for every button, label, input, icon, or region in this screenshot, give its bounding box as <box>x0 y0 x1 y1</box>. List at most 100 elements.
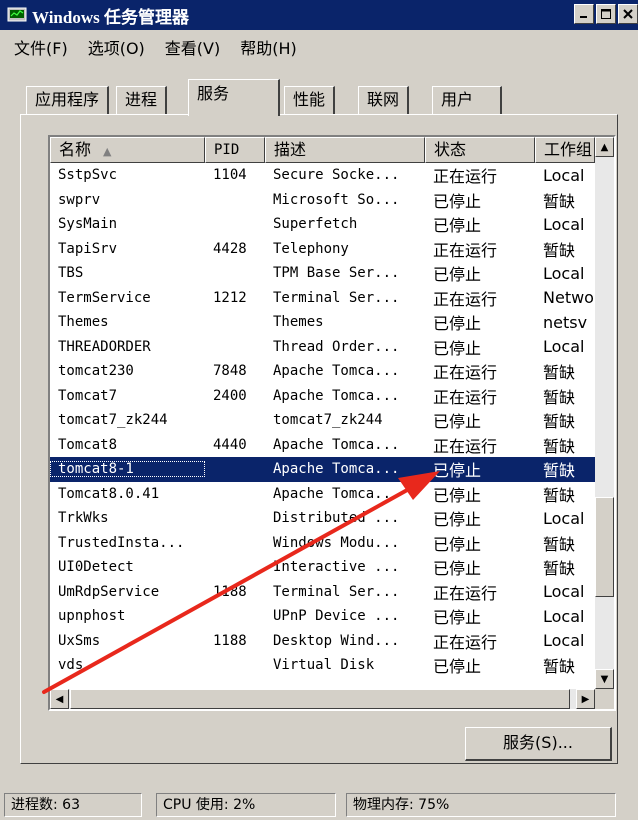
service-status: 已停止 <box>433 485 482 505</box>
scroll-right-button[interactable]: ▶ <box>576 689 595 709</box>
service-status: 已停止 <box>433 510 482 530</box>
service-name: THREADORDER <box>58 338 151 355</box>
service-group: 暂缺 <box>543 240 576 260</box>
list-rows: SstpSvc 1104 Secure Socke... 正在运行 Local swprv… <box>50 163 595 678</box>
service-name: TrustedInsta... <box>58 534 185 551</box>
service-description: Telephony <box>273 240 349 257</box>
table-row[interactable]: TermService 1212 Terminal Ser... 正在运行 Netwo <box>50 286 595 311</box>
service-group: 暂缺 <box>543 461 576 481</box>
table-row[interactable]: upnphost UPnP Device ... 已停止 Local <box>50 604 595 629</box>
table-row[interactable]: tomcat230 7848 Apache Tomca... 正在运行 暂缺 <box>50 359 595 384</box>
service-description: Virtual Disk <box>273 657 375 674</box>
table-row[interactable]: TrustedInsta... Windows Modu... 已停止 暂缺 <box>50 531 595 556</box>
service-group: Local <box>543 263 585 283</box>
table-row[interactable]: Tomcat7 2400 Apache Tomca... 正在运行 暂缺 <box>50 384 595 409</box>
service-group: Local <box>543 165 585 185</box>
table-row[interactable]: tomcat7_zk244 tomcat7_zk244 已停止 暂缺 <box>50 408 595 433</box>
service-pid: 4428 <box>213 240 247 257</box>
table-row[interactable]: UmRdpService 1188 Terminal Ser... 正在运行 Local <box>50 580 595 605</box>
service-status: 正在运行 <box>433 583 498 603</box>
column-header-pid[interactable]: PID <box>205 137 265 163</box>
service-status: 已停止 <box>433 534 482 554</box>
table-row[interactable]: TrkWks Distributed ... 已停止 Local <box>50 506 595 531</box>
service-pid: 7848 <box>213 363 247 380</box>
table-row[interactable]: UxSms 1188 Desktop Wind... 正在运行 Local <box>50 629 595 654</box>
task-manager-window: Windows 任务管理器 文件(F) 选项(O) 查看(V) 帮助(H) 应用… <box>0 0 638 820</box>
tab-networking[interactable]: 联网 <box>358 86 410 115</box>
service-name: Tomcat8 <box>58 436 118 453</box>
service-description: Themes <box>273 314 324 331</box>
service-group: netsv <box>543 312 588 332</box>
menu-view[interactable]: 查看(V) <box>155 35 230 59</box>
table-row[interactable]: vds Virtual Disk 已停止 暂缺 <box>50 653 595 678</box>
table-row[interactable]: TBS TPM Base Ser... 已停止 Local <box>50 261 595 286</box>
table-row[interactable]: TapiSrv 4428 Telephony 正在运行 暂缺 <box>50 237 595 262</box>
table-row[interactable]: Tomcat8 4440 Apache Tomca... 正在运行 暂缺 <box>50 433 595 458</box>
table-row[interactable]: Themes Themes 已停止 netsv <box>50 310 595 335</box>
service-status: 已停止 <box>433 608 482 628</box>
service-name: tomcat8-1 <box>50 461 205 478</box>
table-row[interactable]: UI0Detect Interactive ... 已停止 暂缺 <box>50 555 595 580</box>
tab-applications[interactable]: 应用程序 <box>26 86 110 115</box>
service-status: 正在运行 <box>433 632 498 652</box>
service-description: Apache Tomca... <box>273 363 400 380</box>
service-group: 暂缺 <box>543 657 576 677</box>
services-button[interactable]: 服务(S)... <box>465 727 612 761</box>
horizontal-scroll-thumb[interactable] <box>70 689 570 709</box>
service-name: UxSms <box>58 632 101 649</box>
table-row[interactable]: swprv Microsoft So... 已停止 暂缺 <box>50 188 595 213</box>
tab-services[interactable]: 服务 <box>188 79 280 116</box>
column-header-name[interactable]: 名称 ▲ <box>50 137 205 163</box>
service-pid: 1188 <box>213 583 247 600</box>
service-description: Apache Tomca... <box>273 461 400 478</box>
service-group: Local <box>543 508 585 528</box>
service-status: 已停止 <box>433 461 482 481</box>
service-description: Desktop Wind... <box>273 632 400 649</box>
column-header-description[interactable]: 描述 <box>265 137 425 163</box>
service-group: Local <box>543 214 585 234</box>
close-button[interactable] <box>618 4 638 24</box>
table-row[interactable]: Tomcat8.0.41 Apache Tomca... 已停止 暂缺 <box>50 482 595 507</box>
menu-help[interactable]: 帮助(H) <box>230 35 307 59</box>
services-list[interactable]: 名称 ▲ PID 描述 状态 工作组 SstpSvc 1104 Secure Sock… <box>48 135 616 711</box>
service-description: Terminal Ser... <box>273 289 400 306</box>
vertical-scrollbar[interactable]: ▲ ▼ <box>595 137 614 689</box>
service-group: Local <box>543 606 585 626</box>
service-name: TrkWks <box>58 510 109 527</box>
table-row[interactable]: tomcat8-1 Apache Tomca... 已停止 暂缺 <box>50 457 595 482</box>
service-status: 已停止 <box>433 338 482 358</box>
service-name: TBS <box>58 265 84 282</box>
scroll-down-button[interactable]: ▼ <box>595 669 614 689</box>
service-status: 正在运行 <box>433 387 498 407</box>
service-name: swprv <box>58 191 101 208</box>
tab-users[interactable]: 用户 <box>432 86 502 115</box>
minimize-button[interactable] <box>574 4 594 24</box>
service-name: vds <box>58 657 84 674</box>
service-name: TapiSrv <box>58 240 118 257</box>
table-row[interactable]: SstpSvc 1104 Secure Socke... 正在运行 Local <box>50 163 595 188</box>
maximize-button[interactable] <box>596 4 616 24</box>
service-status: 已停止 <box>433 265 482 285</box>
service-pid: 4440 <box>213 436 247 453</box>
service-name: SstpSvc <box>58 167 118 184</box>
service-name: Themes <box>58 314 109 331</box>
scroll-up-button[interactable]: ▲ <box>595 137 614 157</box>
column-header-status[interactable]: 状态 <box>425 137 535 163</box>
status-memory-usage: 物理内存: 75% <box>346 793 616 817</box>
table-row[interactable]: SysMain Superfetch 已停止 Local <box>50 212 595 237</box>
service-name: tomcat7_zk244 <box>58 412 168 429</box>
column-header-group[interactable]: 工作组 <box>535 137 595 163</box>
tab-processes[interactable]: 进程 <box>116 86 168 115</box>
service-group: 暂缺 <box>543 534 576 554</box>
service-pid: 1104 <box>213 167 247 184</box>
service-name: UI0Detect <box>58 559 134 576</box>
vertical-scroll-thumb[interactable] <box>595 497 614 597</box>
scroll-left-button[interactable]: ◀ <box>50 689 69 709</box>
horizontal-scrollbar[interactable]: ◀ ▶ <box>50 689 595 709</box>
service-pid: 1188 <box>213 632 247 649</box>
table-row[interactable]: THREADORDER Thread Order... 已停止 Local <box>50 335 595 360</box>
service-pid: 2400 <box>213 387 247 404</box>
menu-options[interactable]: 选项(O) <box>78 35 155 59</box>
menu-file[interactable]: 文件(F) <box>0 35 78 59</box>
tab-performance[interactable]: 性能 <box>284 86 336 115</box>
